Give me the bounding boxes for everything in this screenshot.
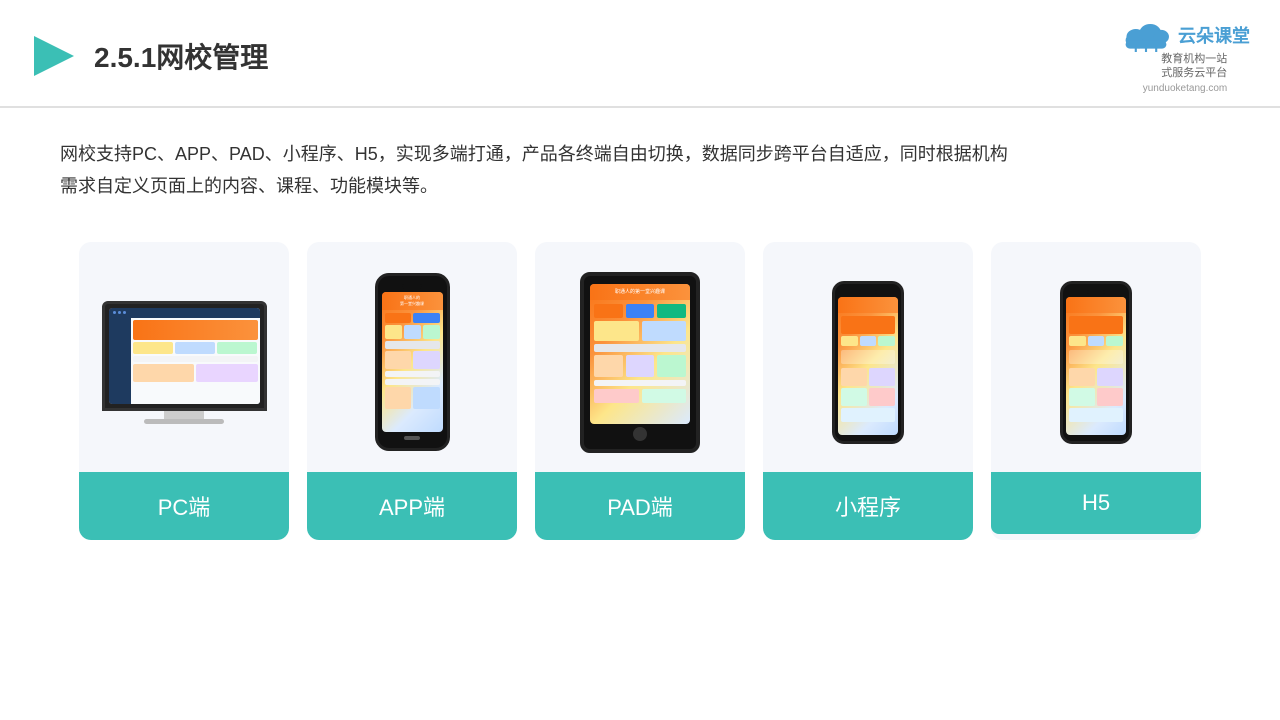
logo-area: 云朵课堂 教育机构一站式服务云平台 yunduoketang.com	[1120, 18, 1250, 94]
cloud-icon	[1120, 18, 1172, 52]
card-pc-image	[79, 242, 289, 472]
logo-text: 云朵课堂	[1178, 22, 1250, 48]
cards-container: PC端 职通人的第一堂兴趣课	[0, 212, 1280, 570]
card-pad-label: PAD端	[535, 472, 745, 540]
card-pc: PC端	[79, 242, 289, 540]
play-icon	[30, 32, 78, 80]
page-header: 2.5.1网校管理 云朵课堂 教育机构一站式服务云平台 yunduoketang…	[0, 0, 1280, 108]
page-title: 2.5.1网校管理	[94, 36, 268, 76]
card-app-label: APP端	[307, 472, 517, 540]
card-pad: 职通人的第一堂兴趣课	[535, 242, 745, 540]
mini-phone-mockup-1	[832, 281, 904, 444]
pc-mockup	[99, 301, 269, 424]
card-h5: H5	[991, 242, 1201, 540]
phone-app-mockup: 职通人的第一堂兴趣课	[375, 273, 450, 451]
card-miniprogram-label: 小程序	[763, 472, 973, 540]
card-miniprogram-image	[763, 242, 973, 472]
header-left: 2.5.1网校管理	[30, 32, 268, 80]
card-app-image: 职通人的第一堂兴趣课	[307, 242, 517, 472]
logo-cloud: 云朵课堂	[1120, 18, 1250, 52]
card-h5-image	[991, 242, 1201, 472]
card-pad-image: 职通人的第一堂兴趣课	[535, 242, 745, 472]
tablet-mockup: 职通人的第一堂兴趣课	[580, 272, 700, 453]
card-miniprogram: 小程序	[763, 242, 973, 540]
logo-url: yunduoketang.com	[1143, 83, 1228, 94]
description-line1: 网校支持PC、APP、PAD、小程序、H5，实现多端打通，产品各终端自由切换，数…	[60, 138, 1220, 170]
description-block: 网校支持PC、APP、PAD、小程序、H5，实现多端打通，产品各终端自由切换，数…	[0, 108, 1280, 213]
card-app: 职通人的第一堂兴趣课	[307, 242, 517, 540]
logo-subtitle: 教育机构一站式服务云平台	[1161, 52, 1227, 81]
card-h5-label: H5	[991, 472, 1201, 534]
description-line2: 需求自定义页面上的内容、课程、功能模块等。	[60, 170, 1220, 202]
mini-phone-mockup-2	[1060, 281, 1132, 444]
card-pc-label: PC端	[79, 472, 289, 540]
